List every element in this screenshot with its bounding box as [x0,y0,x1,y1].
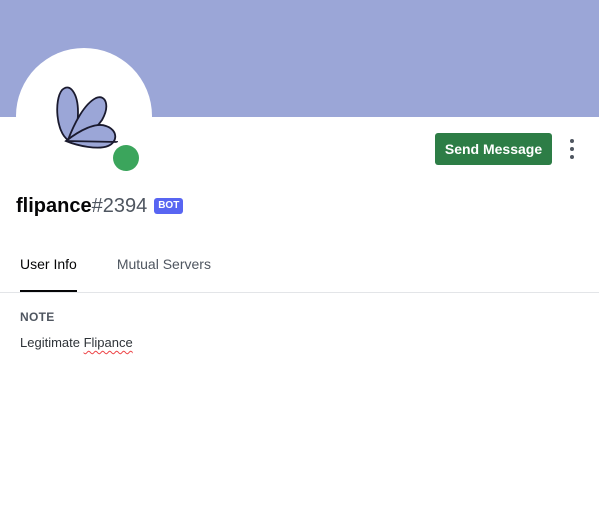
username-row: flipance #2394 BOT [16,192,184,220]
online-status-icon [113,145,139,171]
butterfly-avatar-icon [56,86,119,149]
tab-mutual-servers[interactable]: Mutual Servers [117,256,211,292]
tabs-divider [0,292,599,293]
note-text-misspelled-word: Flipance [83,335,133,350]
bot-badge: BOT [154,198,184,214]
more-options-icon[interactable] [562,137,582,161]
username: flipance [16,194,92,217]
status-indicator [108,140,144,176]
note-heading: NOTE [20,310,55,324]
tab-user-info[interactable]: User Info [20,256,77,292]
note-text-prefix: Legitimate [20,335,84,350]
avatar[interactable] [16,48,152,184]
note-field[interactable]: Legitimate Flipance [20,335,133,350]
send-message-button[interactable]: Send Message [435,133,552,165]
profile-tabs: User Info Mutual Servers [20,256,251,292]
discriminator: #2394 [91,194,148,217]
